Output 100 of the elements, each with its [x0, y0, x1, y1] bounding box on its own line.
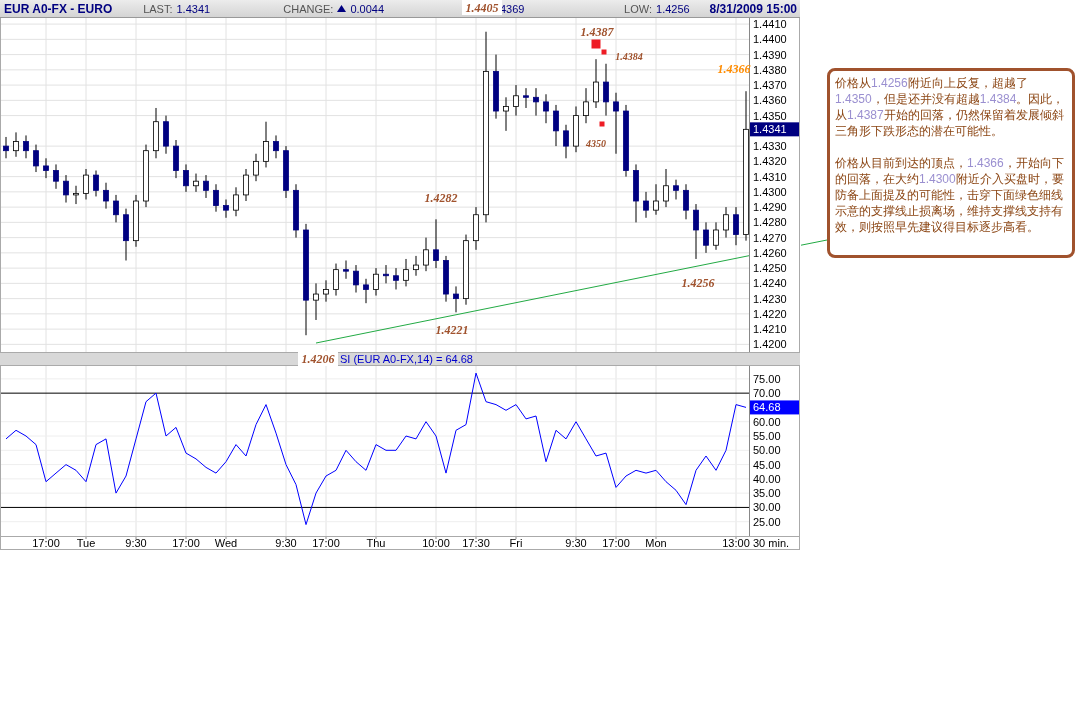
candlestick [113, 194, 119, 223]
price-label: 1.4366 [717, 62, 751, 76]
note-paragraph: 价格从1.4256附近向上反复，超越了 1.4350，但是还并没有超越1.4384。因此，从1.4387开始的回落，仍然保留着发展倾斜三角形下跌形态的潜在可能性。 [835, 75, 1066, 139]
last-value: 1.4341 [176, 2, 211, 15]
candlestick [153, 107, 159, 159]
axis-label: 45.00 [753, 458, 781, 471]
candlestick [43, 157, 49, 179]
price-label: 1.4282 [424, 191, 458, 205]
price-label: 1.4256 [681, 276, 715, 290]
low-value: 1.4256 [656, 2, 690, 15]
axis-label: 1.4200 [753, 338, 787, 351]
price-label: 1.4387 [580, 25, 614, 39]
candlestick [703, 221, 709, 254]
candlestick [673, 179, 679, 200]
candlestick [353, 264, 359, 293]
axis-label: 30.00 [753, 501, 781, 514]
candlestick [733, 206, 739, 246]
price-label: 1.4221 [435, 323, 469, 337]
axis-label: 40.00 [753, 472, 781, 485]
axis-label: 1.4300 [753, 185, 787, 198]
axis-label: 1.4380 [753, 63, 787, 76]
axis-label: 60.00 [753, 415, 781, 428]
axis-label: 1.4390 [753, 48, 787, 61]
candlestick [713, 221, 719, 251]
candlestick [223, 199, 229, 219]
candlestick [253, 153, 259, 182]
candlestick [3, 136, 9, 159]
axis-label: Tue [76, 537, 96, 549]
price-label: 1.4206 [298, 351, 338, 366]
axis-label: 1.4360 [753, 94, 787, 107]
axis-label: 17:00 [32, 537, 60, 549]
symbol-title: EUR A0-FX - EURO [3, 1, 114, 16]
candlestick [273, 134, 279, 159]
price-label: 4350 [586, 138, 606, 149]
candlestick [73, 185, 79, 205]
candlestick [23, 134, 29, 159]
axis-label: 1.4260 [753, 246, 787, 259]
candlestick [663, 168, 669, 208]
candlestick [613, 92, 619, 155]
candlestick [413, 255, 419, 277]
candlestick [653, 183, 659, 216]
candlestick [633, 163, 639, 223]
candlestick [563, 124, 569, 159]
candlestick [263, 121, 269, 168]
candlestick [33, 144, 39, 173]
indicator-title: SI (EUR A0-FX,14) = 64.68 [340, 353, 473, 365]
axis-label: 1.4400 [753, 33, 787, 46]
candlestick [93, 170, 99, 197]
candlestick [13, 131, 19, 158]
axis-label: Wed [214, 537, 238, 549]
axis-label: 1.4220 [753, 307, 787, 320]
candlestick [553, 104, 559, 147]
candlestick [493, 54, 499, 120]
leader-line [800, 239, 828, 246]
candlestick [233, 186, 239, 217]
candlestick [283, 145, 289, 199]
axis-label: 1.4410 [753, 18, 787, 31]
up-triangle-icon [337, 5, 347, 12]
candlestick [503, 96, 509, 132]
axis-label: 70.00 [753, 387, 781, 400]
candlestick [323, 279, 329, 303]
candlestick [213, 183, 219, 213]
last-label: LAST: [143, 2, 173, 15]
axis-label: 17:00 [312, 537, 340, 549]
change-label: CHANGE: [283, 2, 334, 15]
candlestick [183, 163, 189, 193]
candlestick [173, 139, 179, 179]
candlestick [293, 183, 299, 239]
axis-label: 55.00 [753, 430, 781, 442]
candlestick [63, 174, 69, 204]
price-label: 1.4384 [615, 51, 643, 62]
axis-label: 9:30 [565, 537, 587, 549]
candlestick [123, 208, 129, 261]
candlestick [423, 237, 429, 272]
candlestick [243, 168, 249, 202]
candlestick [523, 87, 529, 109]
axis-title: 30 min. [753, 537, 790, 549]
candlestick [473, 206, 479, 251]
candlestick [143, 144, 149, 208]
candlestick [83, 168, 89, 200]
candlestick [463, 234, 469, 306]
axis-label: 1.4330 [753, 140, 787, 153]
axis-label: 1.4270 [753, 231, 787, 244]
change-value: 0.0044 [350, 2, 385, 15]
axis-label: 1.4320 [753, 155, 787, 168]
axis-label: 9:30 [275, 537, 297, 549]
candlestick [383, 264, 389, 284]
axis-label: 9:30 [125, 537, 147, 549]
candlestick [343, 260, 349, 280]
axis-label: 1.4210 [753, 323, 787, 336]
candlestick [723, 206, 729, 239]
axis-label: Mon [645, 537, 667, 549]
current-value-label: 64.68 [750, 400, 799, 415]
candlestick [453, 285, 459, 313]
candlestick [603, 63, 609, 117]
candlestick [443, 255, 449, 303]
axis-label: 75.00 [753, 372, 781, 385]
candlestick [643, 191, 649, 219]
axis-label: 50.00 [753, 444, 781, 457]
candlestick [533, 87, 539, 117]
